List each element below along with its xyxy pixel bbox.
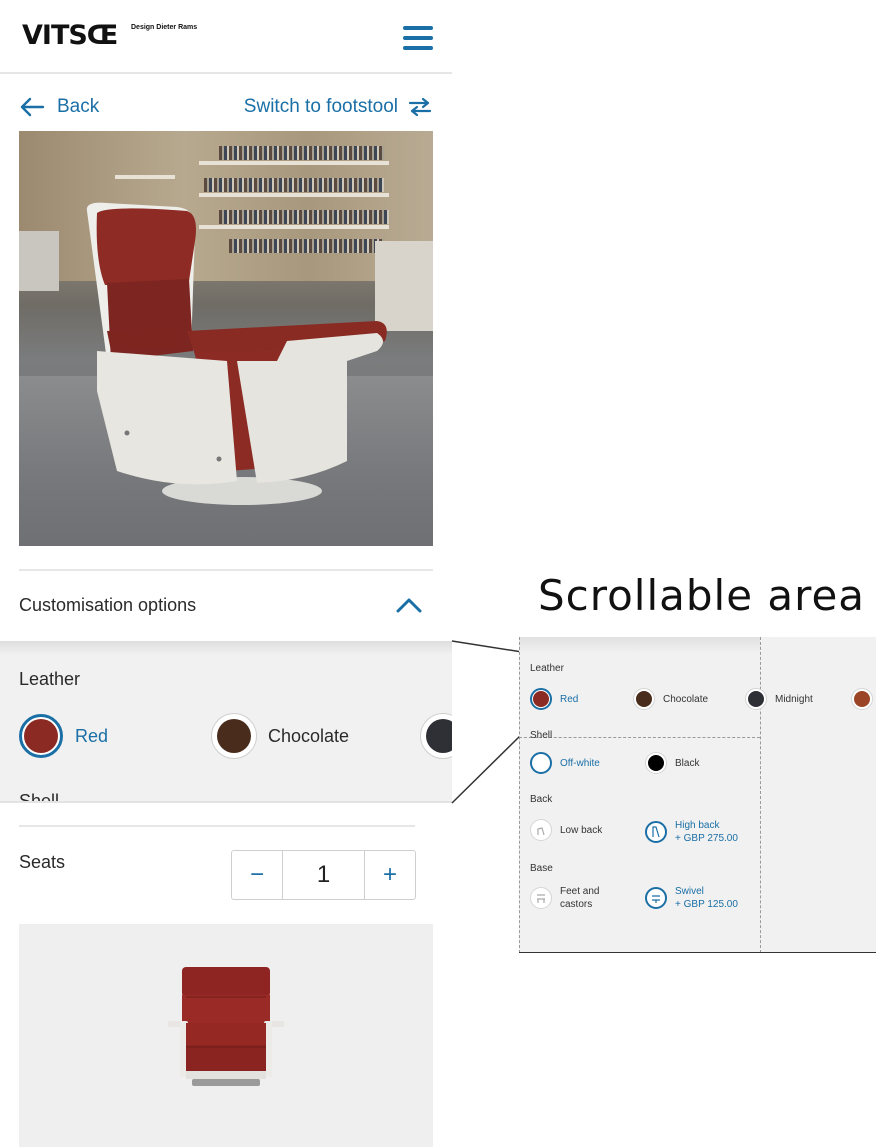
scrollable-area-caption: Scrollable area — [538, 571, 866, 620]
zoom-option-label: Black — [675, 757, 700, 769]
zoom-leather-chocolate[interactable]: Chocolate — [633, 688, 708, 710]
customisation-options-title[interactable]: Customisation options — [19, 595, 196, 616]
decrement-button[interactable]: − — [232, 851, 282, 899]
site-header: VITSŒ Design Dieter Rams — [0, 0, 452, 74]
zoom-back-label: Back — [530, 794, 553, 805]
zoom-option-label: Chocolate — [663, 693, 709, 705]
zoom-leather-label: Leather — [530, 663, 564, 674]
back-label: Back — [57, 96, 100, 117]
swatch-ring — [421, 714, 452, 758]
zoom-shell-black[interactable]: Black — [645, 752, 699, 774]
leather-label: Leather — [19, 669, 81, 689]
zoom-dot-off-white — [533, 755, 549, 771]
swatch-red[interactable]: Red — [19, 714, 108, 758]
swatch-dot-midnight — [426, 719, 452, 753]
swivel-icon — [652, 895, 660, 903]
back-link[interactable]: Back — [19, 94, 99, 120]
arrow-left-icon — [20, 97, 45, 117]
zoom-leather-cognac[interactable] — [851, 688, 873, 710]
zoom-option-label: Off-white — [560, 757, 600, 769]
mobile-screen: VITSŒ Design Dieter Rams Back Switch to … — [0, 0, 452, 1147]
zoom-base-label: Base — [530, 863, 553, 874]
seats-value[interactable]: 1 — [282, 851, 365, 899]
zoom-option-label: Feet and — [560, 886, 600, 897]
zoom-base-swivel[interactable]: Swivel + GBP 125.00 — [645, 885, 738, 911]
zoom-option-price: + GBP 125.00 — [675, 899, 738, 910]
chair-front-render — [168, 967, 284, 1086]
feet-castors-icon — [537, 894, 545, 903]
zoom-leather-midnight[interactable]: Midnight — [745, 688, 813, 710]
swatch-label: Chocolate — [268, 725, 350, 746]
swatch-chocolate[interactable]: Chocolate — [212, 714, 349, 758]
zoom-dot-red — [533, 691, 549, 707]
seats-stepper: − 1 + — [231, 850, 416, 900]
divider — [19, 825, 415, 827]
zoom-base-feet-castors[interactable]: Feet and castors — [530, 885, 599, 911]
switch-label: Switch to footstool — [243, 96, 398, 117]
increment-button[interactable]: + — [365, 851, 415, 899]
zoom-option-label: Swivel — [675, 886, 704, 897]
zoom-dot-cognac — [854, 691, 870, 707]
swatch-dot-chocolate — [217, 719, 251, 753]
swatch-ring — [212, 714, 256, 758]
vitsoe-logo[interactable]: VITSŒ — [22, 20, 118, 51]
zoom-option-label: Low back — [560, 824, 603, 836]
zoom-leather-red[interactable]: Red — [530, 688, 578, 710]
product-photo — [19, 131, 433, 546]
zoom-back-high[interactable]: High back + GBP 275.00 — [645, 819, 738, 845]
configurator-preview — [19, 924, 433, 1147]
armchair-image — [86, 202, 387, 505]
seats-label: Seats — [19, 852, 66, 872]
zoom-shell-label: Shell — [530, 730, 553, 741]
swatch-dot-red — [24, 719, 58, 753]
zoom-option-label: High back — [675, 820, 720, 831]
scrollable-area-zoom: Leather Red Chocolate Midnight Shell Off… — [519, 637, 876, 953]
customisation-scroll-panel[interactable]: Leather Red Chocolate Shell — [0, 641, 452, 803]
zoom-option-label: Midnight — [775, 693, 813, 705]
zoom-dot-black — [648, 755, 664, 771]
switch-to-footstool-link[interactable]: Switch to footstool — [244, 94, 432, 120]
chevron-up-icon[interactable] — [396, 596, 422, 614]
swatch-label: Red — [75, 725, 109, 746]
swatch-ring — [19, 714, 63, 758]
menu-icon[interactable] — [403, 26, 433, 50]
zoom-back-low[interactable]: Low back — [530, 819, 602, 841]
divider — [19, 569, 433, 571]
zoom-dot-chocolate — [636, 691, 652, 707]
low-back-icon — [537, 827, 545, 836]
swap-arrows-icon — [408, 98, 432, 116]
logo-subtitle: Design Dieter Rams — [131, 24, 198, 31]
zoom-option-label: castors — [560, 899, 593, 910]
zoom-option-price: + GBP 275.00 — [675, 833, 738, 844]
high-back-icon — [652, 826, 660, 838]
shell-label-partial: Shell — [19, 791, 60, 803]
zoom-option-label: Red — [560, 693, 579, 705]
swatch-midnight[interactable] — [421, 714, 452, 758]
zoom-dot-midnight — [748, 691, 764, 707]
zoom-shell-off-white[interactable]: Off-white — [530, 752, 600, 774]
